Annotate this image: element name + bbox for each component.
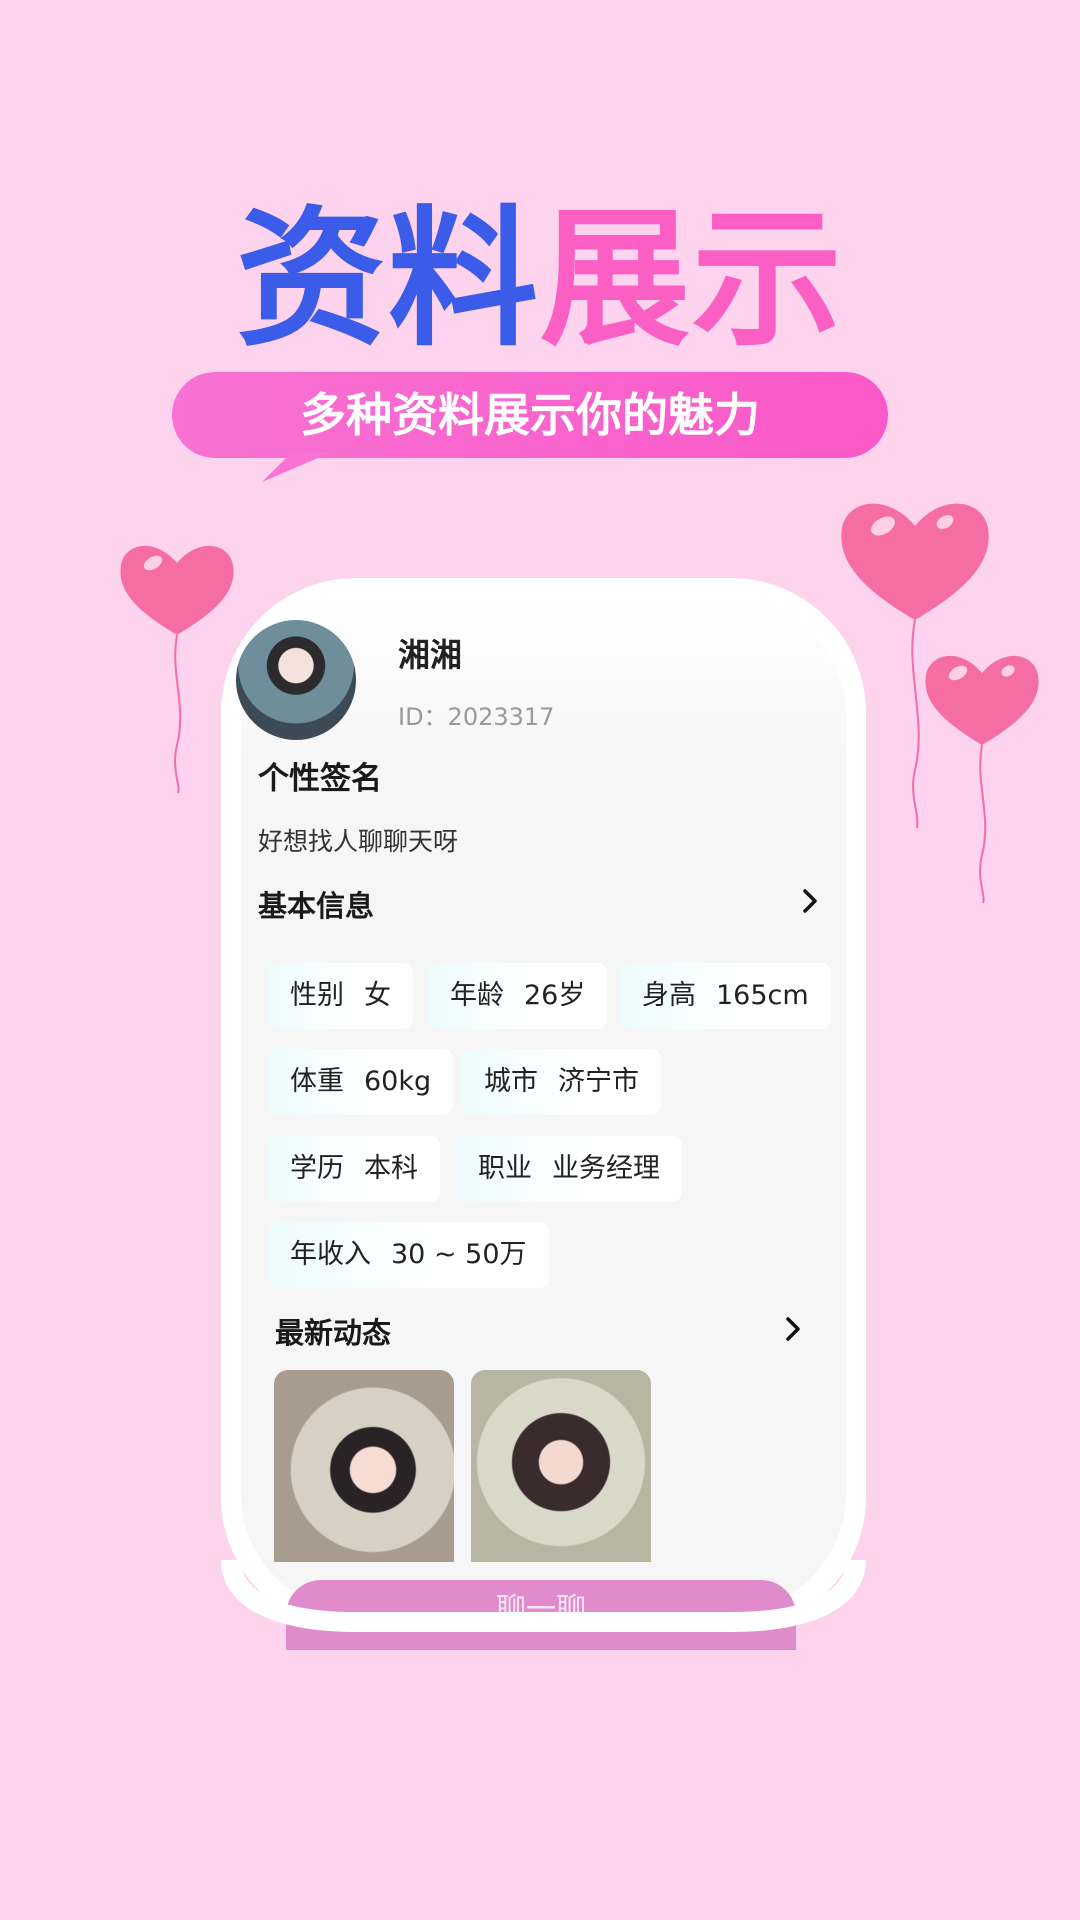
basic-info-title: 基本信息 — [258, 889, 375, 923]
phone-frame-bottom — [221, 1560, 866, 1632]
chevron-right-icon[interactable] — [783, 1316, 803, 1342]
promo-title-part1: 资料 — [235, 193, 540, 367]
promo-subtitle: 多种资料展示你的魅力 — [300, 388, 760, 442]
info-tag-height: 身高 165cm — [620, 963, 831, 1029]
promo-title-part2: 展示 — [540, 193, 845, 367]
profile-nickname: 湘湘 — [398, 636, 463, 674]
info-tag-age: 年龄 26岁 — [428, 963, 608, 1029]
info-tag-city: 城市 济宁市 — [462, 1049, 661, 1115]
info-tag-gender: 性别女 — [268, 963, 413, 1029]
signature-title: 个性签名 — [258, 761, 382, 797]
profile-id: ID：2023317 — [398, 703, 555, 731]
moment-photo[interactable] — [274, 1370, 454, 1562]
signature-text: 好想找人聊聊天呀 — [258, 827, 459, 856]
info-tag-occupation: 职业 业务经理 — [456, 1136, 682, 1202]
promo-headline: 资料展示 — [0, 200, 1080, 360]
info-tag-weight: 体重 60kg — [268, 1049, 454, 1115]
promo-subtitle-bubble: 多种资料展示你的魅力 — [172, 372, 888, 458]
avatar[interactable] — [236, 620, 356, 740]
info-tag-income: 年收入 30 ~ 50万 — [268, 1222, 549, 1288]
moment-photo[interactable] — [471, 1370, 651, 1562]
bubble-tail-icon — [262, 452, 332, 482]
info-tag-education: 学历 本科 — [268, 1136, 440, 1202]
moments-title: 最新动态 — [275, 1316, 392, 1350]
heart-balloon-icon — [925, 655, 1039, 904]
chevron-right-icon[interactable] — [800, 888, 820, 914]
